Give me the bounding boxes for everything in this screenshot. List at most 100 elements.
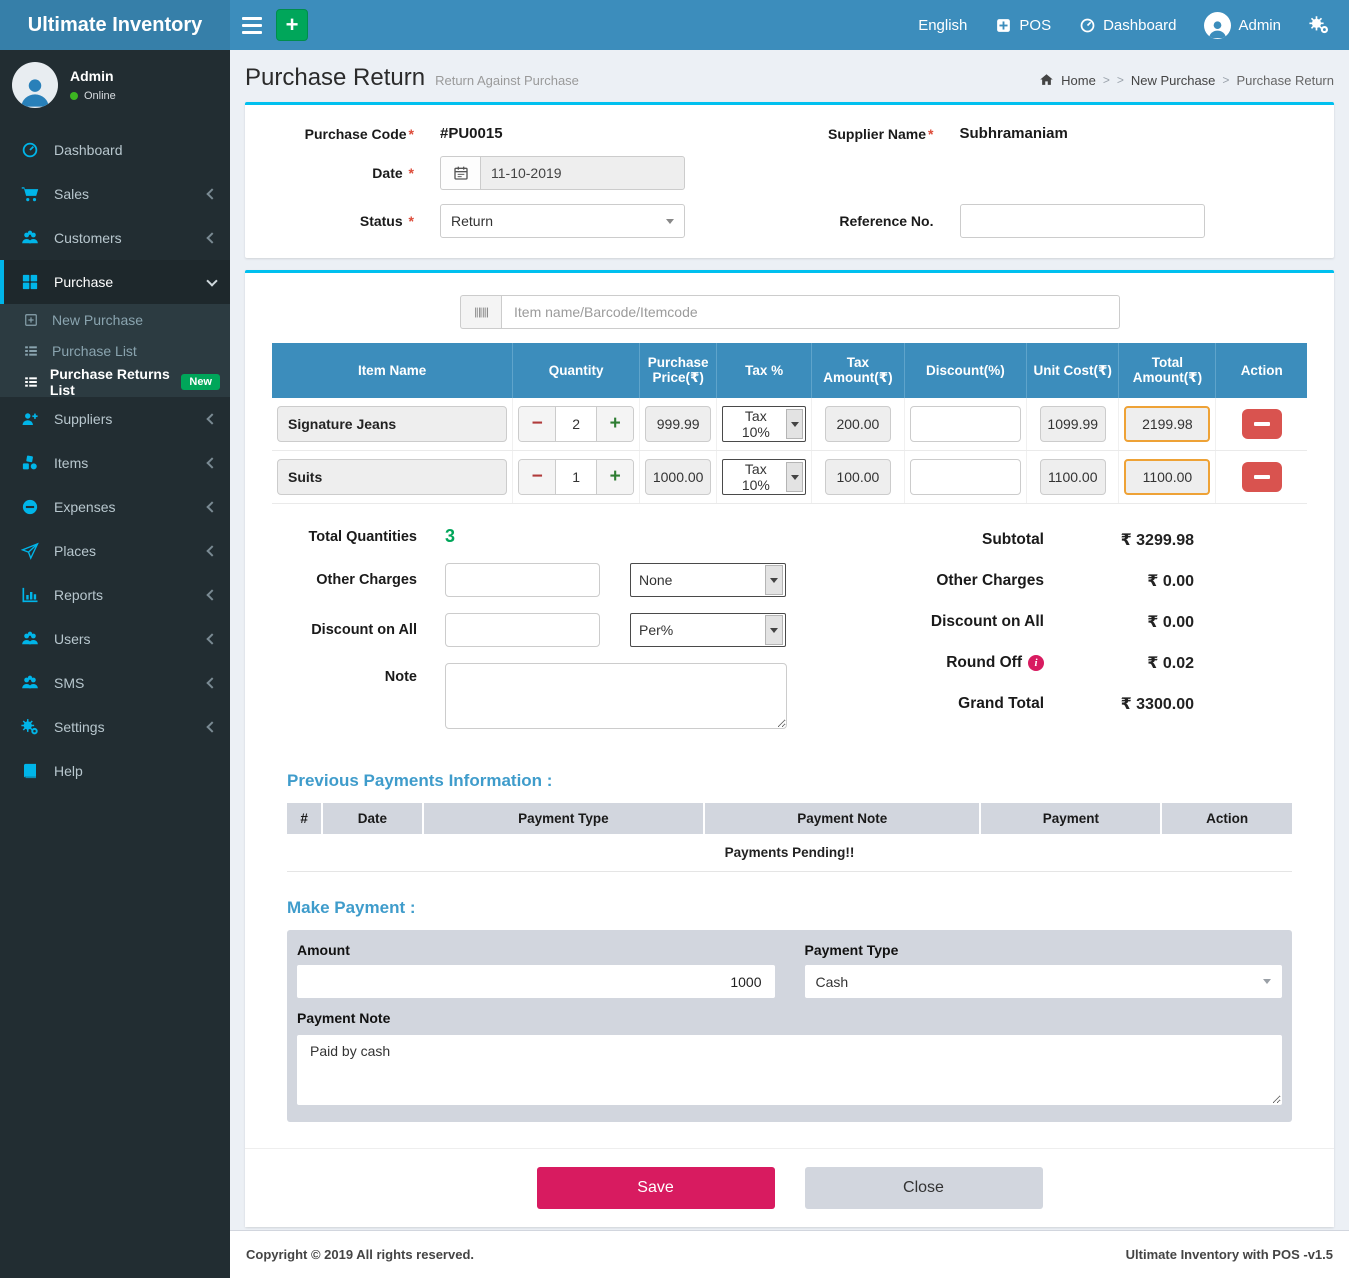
discount-total-value: ₹ 0.00: [1044, 612, 1194, 632]
users-icon: [20, 629, 40, 649]
brand-logo[interactable]: Ultimate Inventory: [0, 0, 230, 50]
sidebar-item-customers[interactable]: Customers: [0, 216, 230, 260]
chevron-left-icon: [206, 188, 217, 199]
user-name: Admin: [70, 68, 116, 84]
sidebar-item-help[interactable]: Help: [0, 749, 230, 793]
minus-icon: [1254, 475, 1270, 479]
submenu-item-purchase-returns-list[interactable]: Purchase Returns List New: [0, 366, 230, 397]
payment-type-select[interactable]: Cash: [805, 965, 1283, 998]
sidebar-item-users[interactable]: Users: [0, 617, 230, 661]
qty-increase-button[interactable]: +: [597, 460, 633, 494]
discount-input[interactable]: [910, 406, 1021, 442]
table-row: Suits − + 1000.00: [272, 451, 1307, 504]
qty-decrease-button[interactable]: −: [519, 407, 555, 441]
save-button[interactable]: Save: [537, 1167, 775, 1209]
totals-summary: Subtotal₹ 3299.98 Other Charges₹ 0.00 Di…: [822, 526, 1292, 745]
grand-total-value: ₹ 3300.00: [1044, 694, 1194, 714]
reference-no-input[interactable]: [960, 204, 1205, 238]
app-version-text: Ultimate Inventory with POS -v1.5: [1126, 1247, 1333, 1262]
breadcrumb: Home > > New Purchase > Purchase Return: [1039, 72, 1334, 88]
other-charges-input[interactable]: [445, 563, 600, 597]
sidebar-item-expenses[interactable]: Expenses: [0, 485, 230, 529]
note-textarea[interactable]: [445, 663, 787, 729]
tax-amount-value: 100.00: [825, 459, 891, 495]
breadcrumb-current: Purchase Return: [1236, 73, 1334, 88]
user-status: Online: [70, 90, 116, 102]
settings-gears-button[interactable]: [1309, 15, 1329, 35]
home-icon: [1039, 72, 1054, 88]
tax-amount-value: 200.00: [825, 406, 891, 442]
page-content: Purchase Return Return Against Purchase …: [230, 50, 1349, 1230]
submenu-item-purchase-list[interactable]: Purchase List: [0, 335, 230, 366]
quick-add-button[interactable]: +: [276, 9, 308, 41]
sidebar-item-dashboard[interactable]: Dashboard: [0, 128, 230, 172]
discount-input[interactable]: [910, 459, 1021, 495]
payment-amount-input[interactable]: [297, 965, 775, 998]
gauge-icon: [20, 140, 40, 160]
language-link[interactable]: English: [918, 17, 967, 34]
sidebar-item-items[interactable]: Items: [0, 441, 230, 485]
previous-payments-heading: Previous Payments Information :: [287, 771, 1292, 791]
other-charges-total-value: ₹ 0.00: [1044, 571, 1194, 591]
unit-cost-value: 1100.00: [1040, 459, 1106, 495]
discount-type-select[interactable]: Per%: [630, 613, 786, 647]
chevron-left-icon: [206, 413, 217, 424]
make-payment-panel: Amount Payment Type Cash Payment Note: [287, 930, 1292, 1122]
total-amount-value: 2199.98: [1124, 406, 1210, 442]
payments-pending-message: Payments Pending!!: [287, 834, 1292, 872]
tax-select[interactable]: Tax 10%: [722, 406, 806, 442]
copyright-text: Copyright © 2019 All rights reserved.: [246, 1247, 474, 1262]
sidebar-item-settings[interactable]: Settings: [0, 705, 230, 749]
purchase-price-value: 1000.00: [645, 459, 711, 495]
chevron-down-icon: [206, 275, 217, 286]
chevron-left-icon: [206, 721, 217, 732]
dashboard-link[interactable]: Dashboard: [1079, 17, 1176, 34]
item-name: Signature Jeans: [277, 406, 507, 442]
app-window: Ultimate Inventory Admin Online Dashboar…: [0, 0, 1349, 1278]
close-button[interactable]: Close: [805, 1167, 1043, 1209]
sidebar-item-suppliers[interactable]: Suppliers: [0, 397, 230, 441]
user-menu[interactable]: Admin: [1204, 12, 1281, 39]
info-icon[interactable]: i: [1028, 655, 1044, 671]
breadcrumb-home[interactable]: Home: [1061, 73, 1096, 88]
sidebar-item-sales[interactable]: Sales: [0, 172, 230, 216]
qty-input[interactable]: [555, 460, 597, 494]
sidebar-item-purchase[interactable]: Purchase: [0, 260, 230, 304]
online-dot: [70, 92, 78, 100]
pos-link[interactable]: POS: [995, 17, 1051, 34]
submenu-item-new-purchase[interactable]: New Purchase: [0, 304, 230, 335]
qty-increase-button[interactable]: +: [597, 407, 633, 441]
caret-down-icon: [765, 565, 783, 595]
item-search-input[interactable]: [501, 295, 1120, 329]
payment-note-textarea[interactable]: Paid by cash: [297, 1035, 1282, 1105]
remove-row-button[interactable]: [1242, 409, 1282, 439]
sidebar-toggle-button[interactable]: [230, 0, 274, 50]
plus-square-icon: [24, 312, 42, 328]
supplier-name-value: Subhramaniam: [960, 125, 1068, 142]
purchase-code-value: #PU0015: [440, 125, 503, 142]
purchase-items-card: Item Name Quantity Purchase Price(₹) Tax…: [245, 270, 1334, 1227]
remove-row-button[interactable]: [1242, 462, 1282, 492]
sidebar-item-places[interactable]: Places: [0, 529, 230, 573]
round-off-value: ₹ 0.02: [1044, 653, 1194, 673]
breadcrumb-new-purchase[interactable]: New Purchase: [1131, 73, 1216, 88]
discount-on-all-input[interactable]: [445, 613, 600, 647]
sidebar-item-sms[interactable]: SMS: [0, 661, 230, 705]
tax-select[interactable]: Tax 10%: [722, 459, 806, 495]
bar-chart-icon: [20, 585, 40, 605]
caret-down-icon: [666, 219, 674, 224]
qty-input[interactable]: [555, 407, 597, 441]
grid-icon: [20, 272, 40, 292]
minus-circle-icon: [20, 497, 40, 517]
chevron-left-icon: [206, 457, 217, 468]
barcode-icon: [460, 295, 501, 329]
other-charges-type-select[interactable]: None: [630, 563, 786, 597]
status-select[interactable]: Return: [440, 204, 685, 238]
items-table: Item Name Quantity Purchase Price(₹) Tax…: [272, 343, 1307, 504]
sidebar-item-reports[interactable]: Reports: [0, 573, 230, 617]
qty-decrease-button[interactable]: −: [519, 460, 555, 494]
page-subtitle: Return Against Purchase: [435, 73, 579, 88]
paper-plane-icon: [20, 541, 40, 561]
purchase-submenu: New Purchase Purchase List Purchase Retu…: [0, 304, 230, 397]
date-input[interactable]: [480, 156, 685, 190]
